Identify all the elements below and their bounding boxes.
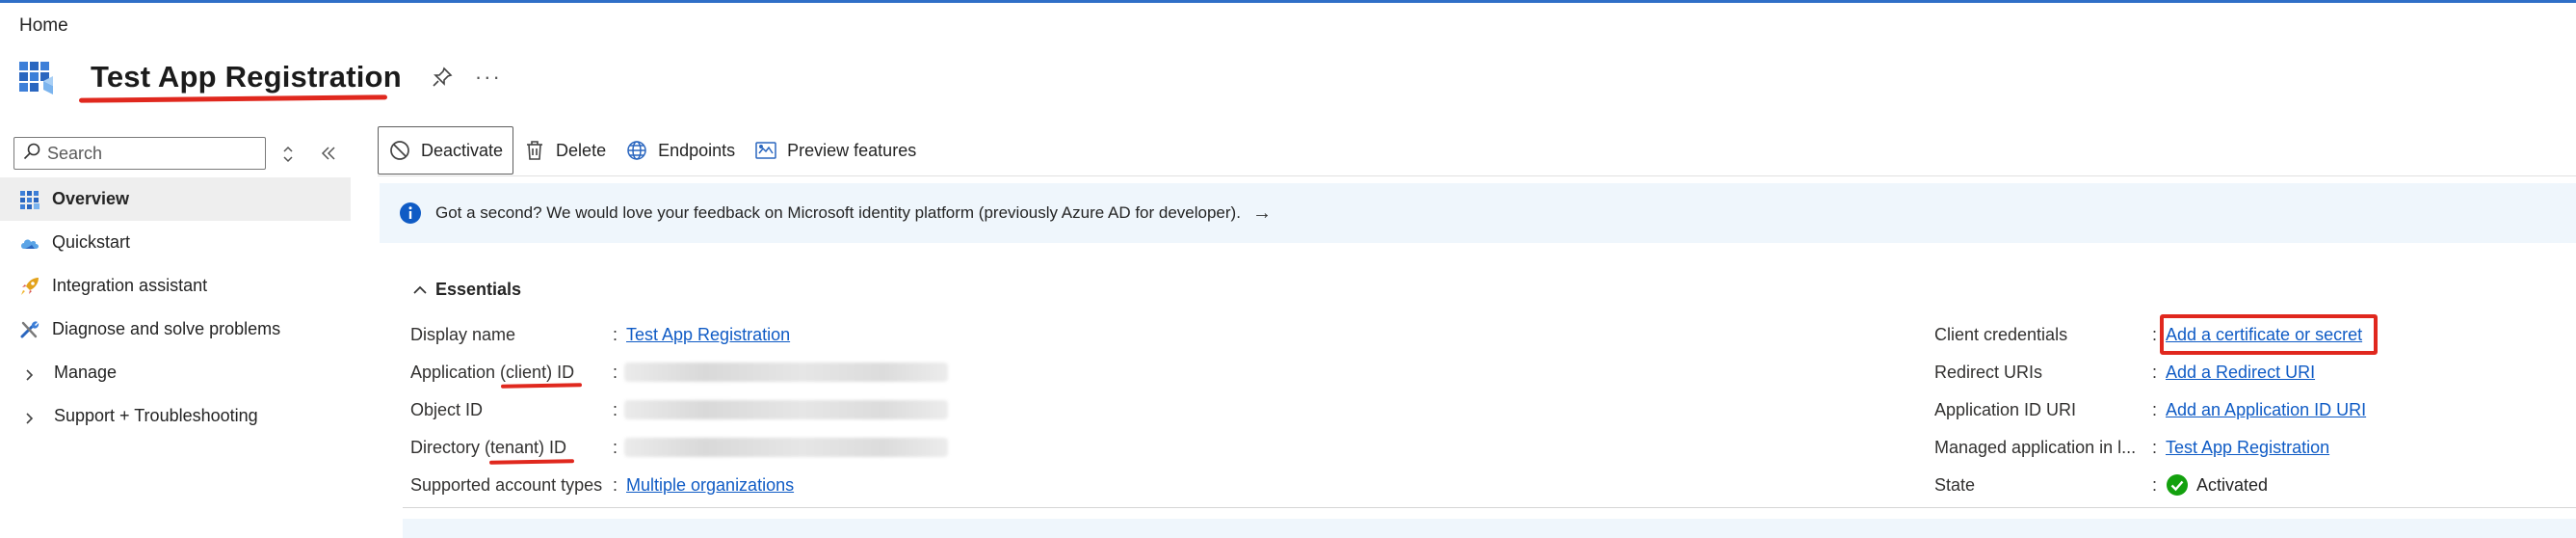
sidebar-search-box[interactable] bbox=[13, 137, 266, 170]
search-input[interactable] bbox=[47, 143, 259, 164]
wrench-icon bbox=[19, 319, 40, 340]
command-bar: Deactivate Delete Endpoints Preview feat… bbox=[378, 126, 926, 175]
sidebar-item-support[interactable]: Support + Troubleshooting bbox=[0, 394, 351, 438]
redacted-value bbox=[624, 363, 948, 382]
bottom-section-strip bbox=[403, 519, 2576, 538]
colon: : bbox=[613, 362, 618, 382]
pin-icon[interactable] bbox=[431, 66, 454, 89]
colon: : bbox=[613, 324, 618, 344]
tenant-annotation-underline bbox=[488, 459, 575, 465]
field-label: Directory (tenant) ID bbox=[410, 437, 567, 457]
collapse-sidebar-icon[interactable] bbox=[320, 145, 337, 162]
cloud-icon bbox=[19, 232, 40, 254]
sidebar-item-label: Diagnose and solve problems bbox=[52, 319, 281, 338]
delete-button[interactable]: Delete bbox=[513, 126, 616, 175]
sidebar-item-label: Overview bbox=[52, 189, 130, 208]
sidebar-item-manage[interactable]: Manage bbox=[0, 351, 351, 394]
sidebar-item-label: Quickstart bbox=[52, 232, 131, 252]
display-name-link[interactable]: Test App Registration bbox=[626, 325, 790, 345]
essentials-bottom-divider bbox=[403, 507, 2576, 508]
preview-features-button[interactable]: Preview features bbox=[745, 126, 926, 175]
top-accent-line bbox=[0, 0, 2576, 3]
preview-icon bbox=[755, 142, 776, 159]
colon: : bbox=[613, 399, 618, 419]
field-display-name: Display name : Test App Registration bbox=[410, 322, 988, 347]
field-state: State : Activated bbox=[1934, 472, 2551, 498]
chevron-right-icon bbox=[23, 366, 37, 381]
field-label: State bbox=[1934, 474, 1976, 495]
sidebar-nav: Overview Quickstart Integration assistan… bbox=[0, 177, 351, 438]
field-application-id-uri: Application ID URI : Add an Application … bbox=[1934, 397, 2551, 422]
info-icon bbox=[400, 202, 421, 224]
rocket-icon bbox=[19, 276, 40, 297]
page-title: Test App Registration bbox=[91, 60, 402, 94]
redacted-value bbox=[624, 438, 948, 457]
state-value: Activated bbox=[2166, 473, 2268, 497]
deactivate-button[interactable]: Deactivate bbox=[378, 126, 514, 175]
globe-icon bbox=[627, 141, 646, 160]
managed-application-link[interactable]: Test App Registration bbox=[2166, 438, 2329, 458]
page-header: Test App Registration ··· bbox=[17, 54, 502, 100]
field-managed-application: Managed application in l... : Test App R… bbox=[1934, 435, 2551, 460]
sidebar-item-label: Support + Troubleshooting bbox=[54, 406, 258, 425]
field-label: Object ID bbox=[410, 399, 484, 419]
toolbar-divider bbox=[378, 175, 2576, 176]
chevron-right-icon bbox=[23, 410, 37, 424]
colon: : bbox=[2152, 437, 2158, 457]
grid-icon bbox=[19, 189, 40, 210]
essentials-toggle[interactable]: Essentials bbox=[412, 280, 521, 300]
trash-icon bbox=[527, 141, 543, 160]
sidebar-item-label: Integration assistant bbox=[52, 276, 208, 295]
arrow-right-icon[interactable]: → bbox=[1252, 202, 1272, 225]
colon: : bbox=[2152, 362, 2158, 382]
add-app-id-uri-link[interactable]: Add an Application ID URI bbox=[2166, 400, 2366, 420]
delete-label: Delete bbox=[556, 140, 607, 160]
field-directory-id: Directory (tenant) ID : bbox=[410, 435, 988, 460]
sidebar-item-overview[interactable]: Overview bbox=[0, 177, 351, 221]
sidebar-item-label: Manage bbox=[54, 363, 118, 382]
client-annotation-underline bbox=[500, 383, 583, 389]
field-object-id: Object ID : bbox=[410, 397, 988, 422]
block-icon bbox=[390, 141, 409, 160]
account-types-link[interactable]: Multiple organizations bbox=[626, 475, 794, 496]
check-circle-icon bbox=[2167, 474, 2188, 496]
deactivate-label: Deactivate bbox=[421, 140, 504, 160]
field-label: Supported account types bbox=[410, 474, 603, 495]
preview-features-label: Preview features bbox=[787, 140, 917, 160]
colon: : bbox=[2152, 474, 2158, 495]
feedback-banner[interactable]: Got a second? We would love your feedbac… bbox=[380, 183, 2576, 243]
chevron-up-icon bbox=[413, 285, 427, 294]
more-options-icon[interactable]: ··· bbox=[475, 67, 502, 88]
colon: : bbox=[2152, 324, 2158, 344]
breadcrumb-home[interactable]: Home bbox=[19, 15, 68, 37]
endpoints-label: Endpoints bbox=[658, 140, 736, 160]
endpoints-button[interactable]: Endpoints bbox=[616, 126, 745, 175]
field-label: Redirect URIs bbox=[1934, 362, 2043, 382]
sort-updown-icon[interactable] bbox=[281, 145, 295, 164]
field-label: Display name bbox=[410, 324, 516, 344]
essentials-title: Essentials bbox=[435, 280, 522, 299]
redacted-value bbox=[624, 400, 948, 419]
add-redirect-uri-link[interactable]: Add a Redirect URI bbox=[2166, 363, 2315, 383]
credentials-annotation-box bbox=[2160, 314, 2378, 355]
field-label: Managed application in l... bbox=[1934, 437, 2137, 457]
colon: : bbox=[2152, 399, 2158, 419]
search-icon bbox=[22, 142, 41, 166]
field-application-id: Application (client) ID : bbox=[410, 360, 988, 385]
app-registration-icon bbox=[17, 58, 56, 96]
sidebar-item-diagnose[interactable]: Diagnose and solve problems bbox=[0, 308, 351, 351]
colon: : bbox=[613, 437, 618, 457]
field-supported-account-types: Supported account types : Multiple organ… bbox=[410, 472, 1085, 498]
sidebar-item-integration-assistant[interactable]: Integration assistant bbox=[0, 264, 351, 308]
field-label: Application (client) ID bbox=[410, 362, 575, 382]
field-label: Application ID URI bbox=[1934, 399, 2077, 419]
colon: : bbox=[613, 474, 618, 495]
state-text: Activated bbox=[2196, 474, 2269, 495]
field-redirect-uris: Redirect URIs : Add a Redirect URI bbox=[1934, 360, 2551, 385]
field-label: Client credentials bbox=[1934, 324, 2068, 344]
banner-text: Got a second? We would love your feedbac… bbox=[435, 203, 1241, 222]
sidebar-item-quickstart[interactable]: Quickstart bbox=[0, 221, 351, 264]
